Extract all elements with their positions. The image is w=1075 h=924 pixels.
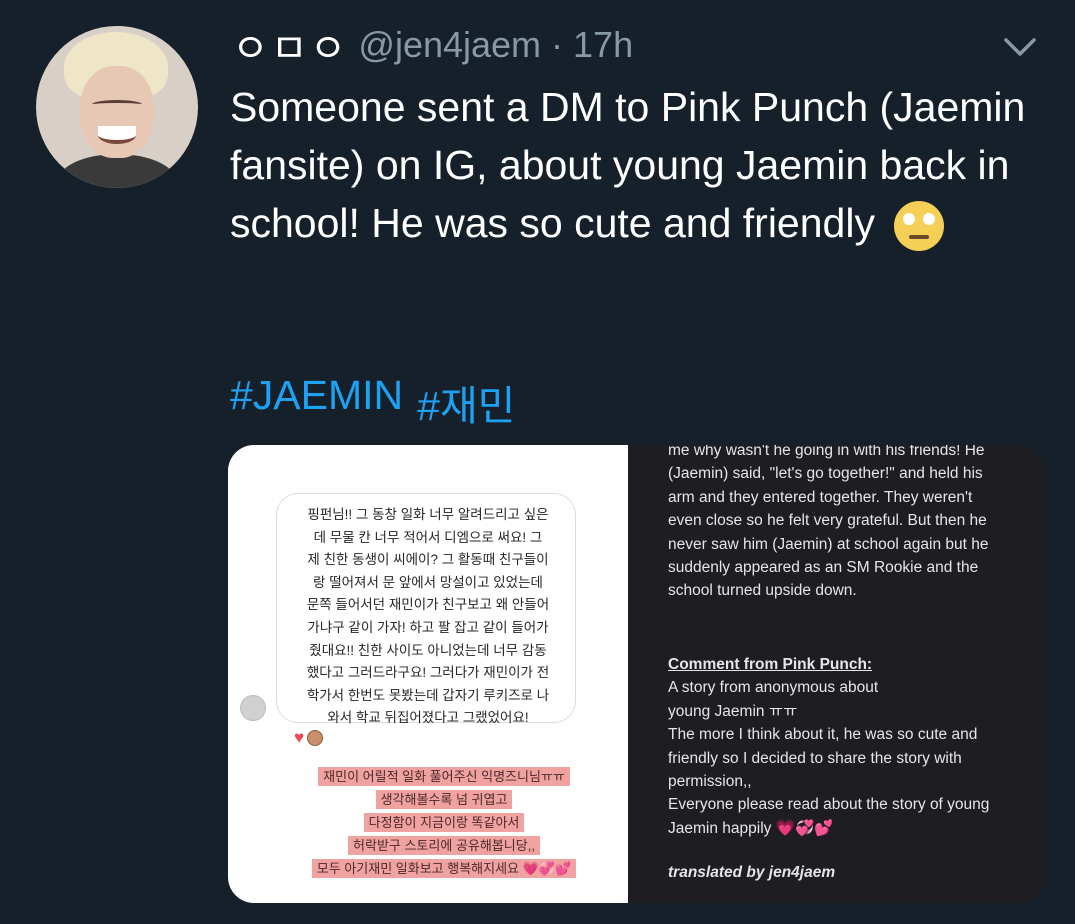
comment-body-text: A story from anonymous about young Jaemi… [668, 679, 990, 837]
comment-body: A story from anonymous about young Jaemi… [668, 676, 1038, 840]
hashtag-jaemin-korean[interactable]: #재민 [417, 372, 515, 432]
media-image-translation[interactable]: me why wasn't he going in with his frien… [628, 445, 1046, 903]
caption-line: 재민이 어릴적 일화 풀어주신 익명즈니님ㅠㅠ [318, 767, 570, 786]
dm-bubble: 핑펀님!! 그 동창 일화 너무 알려드리고 싶은 데 무물 칸 너무 적어서 … [276, 493, 576, 725]
pleading-face-icon [894, 201, 945, 252]
hashtag-jaemin[interactable]: #JAEMIN [230, 372, 403, 432]
hearts-icon: 💗💞💕 [775, 819, 834, 837]
dm-reactions: ♥ [294, 728, 324, 748]
dm-text: 핑펀님!! 그 동창 일화 너무 알려드리고 싶은 데 무물 칸 너무 적어서 … [306, 507, 550, 726]
avatar-smile [98, 126, 136, 144]
chevron-down-icon[interactable] [1002, 34, 1038, 60]
caption-line: 생각해볼수록 넘 귀엽고 [375, 790, 513, 809]
media-image-korean-dm[interactable]: 핑펀님!! 그 동창 일화 너무 알려드리고 싶은 데 무물 칸 너무 적어서 … [228, 445, 628, 903]
translated-by: translated by jen4jaem [668, 864, 836, 881]
story-caption: 재민이 어릴적 일화 풀어주신 익명즈니님ㅠㅠ 생각해볼수록 넘 귀엽고 다정함… [283, 767, 605, 882]
caption-line: 다정함이 지금이랑 똑같아서 [363, 813, 525, 832]
hashtags: #JAEMIN #재민 [230, 372, 515, 432]
comment-block: Comment from Pink Punch: A story from an… [668, 653, 1038, 840]
avatar-shoulders [56, 154, 178, 188]
display-name[interactable]: ㅇㅁㅇ [232, 16, 348, 74]
caption-line: 모두 아기재민 일화보고 행복해지세요 💗💞💕 [311, 859, 577, 878]
comment-title: Comment from Pink Punch: [668, 656, 873, 673]
handle-and-time[interactable]: @jen4jaem · 17h [358, 24, 633, 66]
caption-line-text: 모두 아기재민 일화보고 행복해지세요 [316, 861, 519, 876]
reaction-avatar-icon [307, 730, 324, 746]
profile-avatar[interactable]: 갈아 [36, 26, 198, 188]
hearts-icon: 💗💞💕 [522, 861, 572, 876]
avatar-eyes [92, 100, 142, 109]
heart-icon: ♥ [294, 728, 305, 747]
translation-text: me why wasn't he going in with his frien… [668, 445, 989, 600]
tweet-media[interactable]: 핑펀님!! 그 동창 일화 너무 알려드리고 싶은 데 무물 칸 너무 적어서 … [228, 445, 1046, 903]
avatar-face [80, 66, 154, 158]
avatar-tag: 갈아 [186, 167, 198, 188]
sender-avatar [240, 695, 266, 721]
tweet-header: ㅇㅁㅇ @jen4jaem · 17h [232, 22, 633, 71]
tweet-text: Someone sent a DM to Pink Punch (Jaemin … [230, 78, 1050, 252]
caption-line: 허락받구 스토리에 공유해봅니당,, [348, 836, 540, 855]
